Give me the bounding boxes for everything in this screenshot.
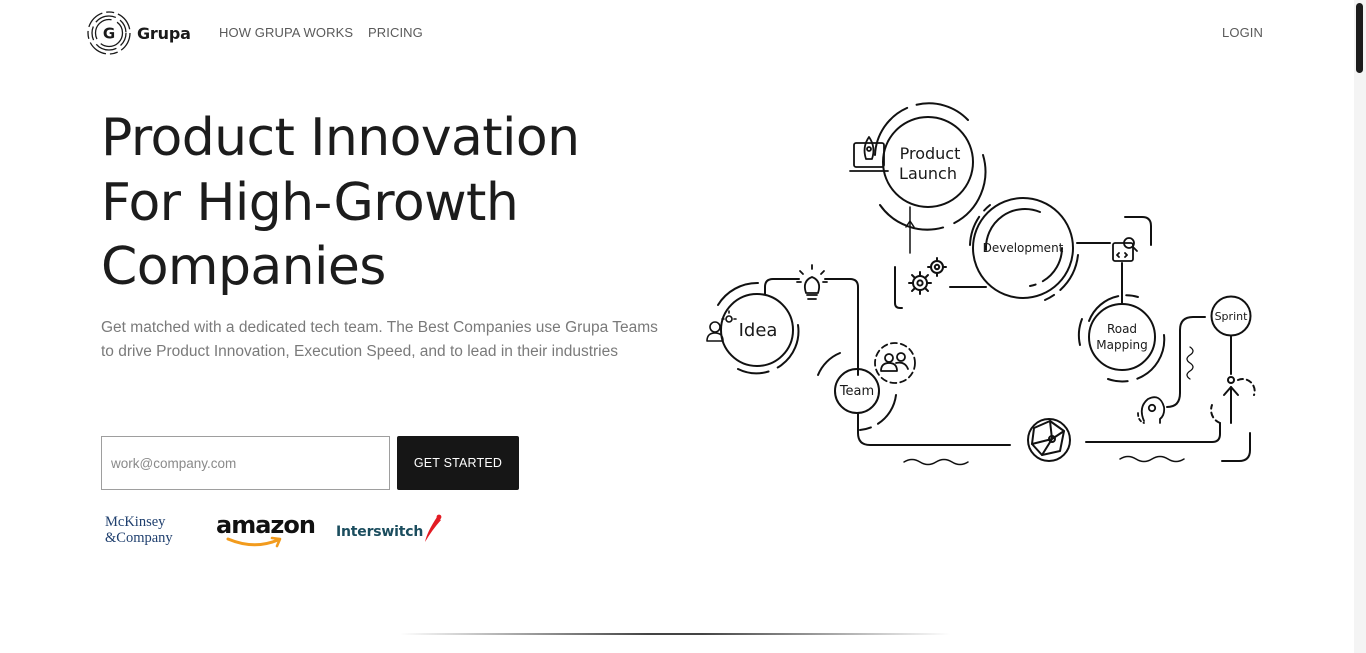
product-launch-line-1: Product <box>900 144 961 163</box>
idea-label: Idea <box>739 320 778 341</box>
gears-icon <box>908 257 947 295</box>
hero-title-line-2: For High-Growth <box>101 172 519 233</box>
product-launch-line-2: Launch <box>899 164 957 183</box>
hero-subtitle: Get matched with a dedicated tech team. … <box>101 319 658 360</box>
node-product-launch: Product Launch <box>874 102 987 231</box>
nav-how-grupa-works[interactable]: HOW GRUPA WORKS <box>219 25 353 40</box>
node-sprint: Sprint <box>1210 295 1252 337</box>
brand-name: Grupa <box>137 23 191 43</box>
page-scrollbar[interactable] <box>1354 0 1366 653</box>
team-label: Team <box>839 384 874 399</box>
grupa-logo[interactable]: G Grupa <box>85 9 191 57</box>
work-email-input[interactable] <box>101 436 390 490</box>
hero-title-line-3: Companies <box>101 237 386 297</box>
hero-title: Product Innovation For High-Growth Compa… <box>101 106 661 300</box>
code-search-icon <box>1112 237 1138 262</box>
lightbulb-icon <box>796 264 828 300</box>
top-navigation: G Grupa HOW GRUPA WORKS PRICING LOGIN <box>0 0 1354 66</box>
interswitch-swoosh-icon <box>425 514 442 542</box>
nav-pricing[interactable]: PRICING <box>368 25 423 40</box>
hero-title-line-1: Product Innovation <box>101 108 580 168</box>
process-diagram: Product Launch Development Road Mapping … <box>706 102 1256 466</box>
globe-network-icon <box>1027 418 1071 462</box>
road-mapping-line-1: Road <box>1107 322 1137 336</box>
node-development: Development <box>969 197 1079 301</box>
logo-initial: G <box>103 25 115 43</box>
mckinsey-logo-line-1: McKinsey <box>105 514 166 530</box>
team-users-icon <box>874 342 916 384</box>
growth-arrow-icon <box>1210 376 1256 424</box>
get-started-button[interactable]: GET STARTED <box>397 436 519 490</box>
road-mapping-line-2: Mapping <box>1096 338 1148 352</box>
amazon-smile-icon <box>226 536 282 548</box>
mckinsey-logo: McKinsey &Company <box>105 514 173 546</box>
grupa-logo-mark-icon: G <box>87 11 131 55</box>
scrollbar-thumb[interactable] <box>1356 3 1363 73</box>
nav-login[interactable]: LOGIN <box>1222 25 1263 40</box>
node-road-mapping: Road Mapping <box>1077 294 1166 383</box>
mckinsey-logo-line-2: &Company <box>105 530 173 546</box>
interswitch-logo-text: Interswitch <box>336 524 424 540</box>
node-idea: Idea <box>717 281 800 375</box>
section-divider <box>400 633 950 635</box>
interswitch-logo: Interswitch <box>336 514 443 544</box>
development-label: Development <box>983 241 1064 255</box>
amazon-logo: amazon <box>216 510 316 550</box>
product-process-illustration: Product Launch Development Road Mapping … <box>700 95 1270 480</box>
head-thinking-icon <box>1137 396 1166 424</box>
sprint-label: Sprint <box>1215 310 1249 323</box>
